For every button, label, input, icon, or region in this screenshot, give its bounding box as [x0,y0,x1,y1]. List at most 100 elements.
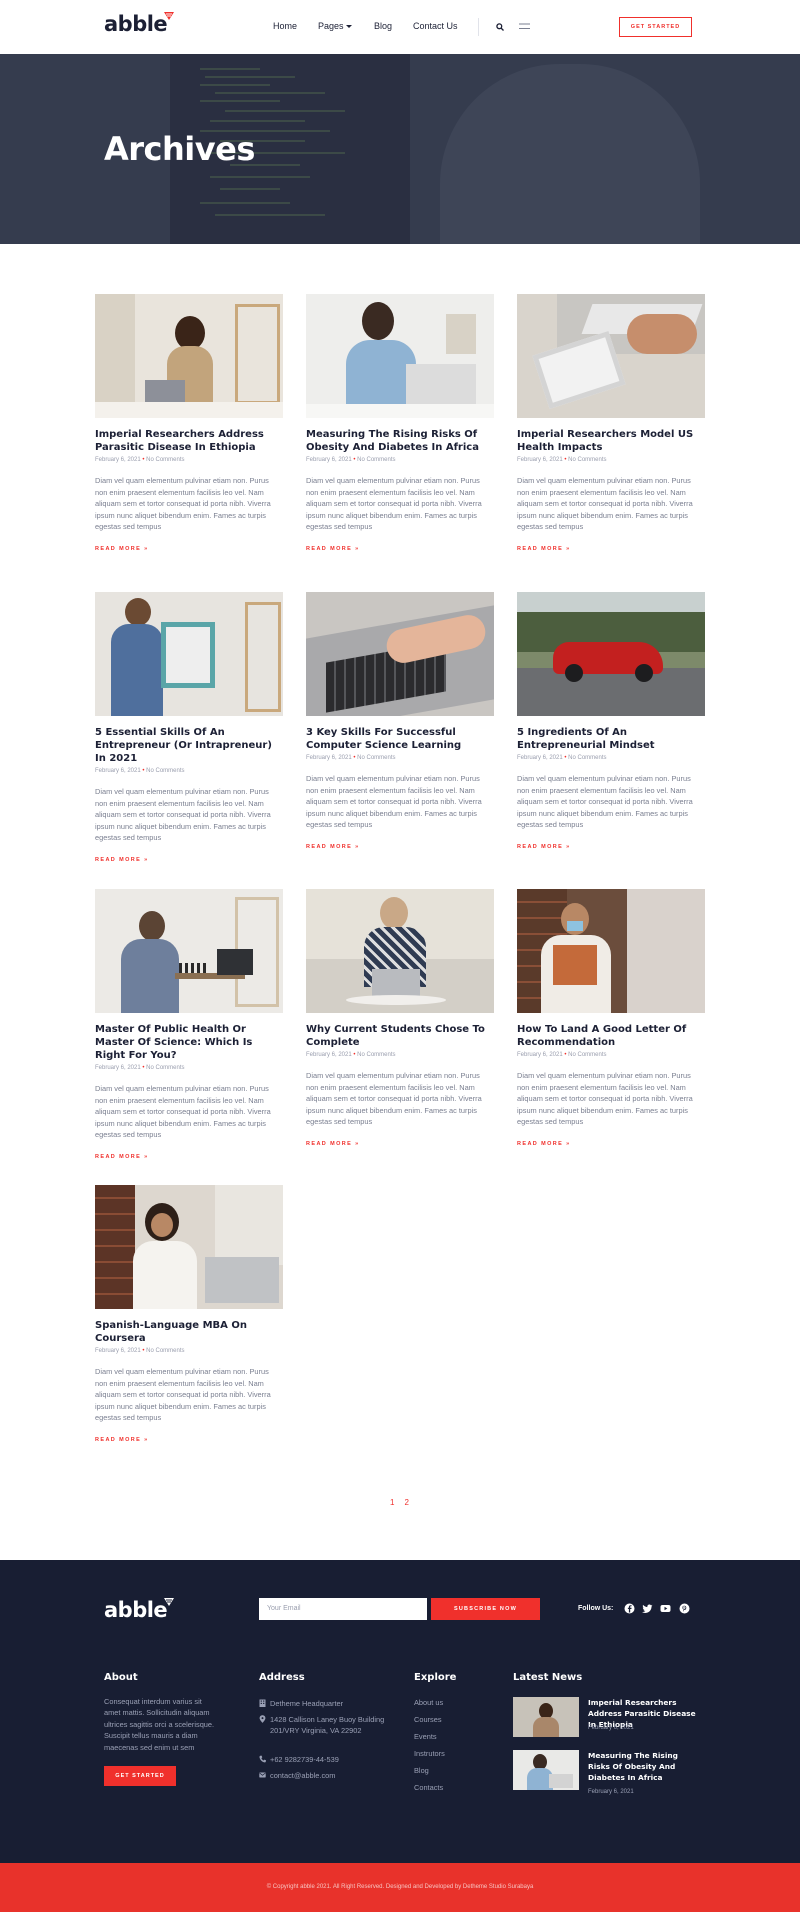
read-more-link[interactable]: READ MORE » [517,1141,705,1147]
explore-link-events[interactable]: Events [414,1732,437,1741]
news-item[interactable]: Measuring The Rising Risks Of Obesity An… [513,1750,703,1795]
post-title[interactable]: 3 Key Skills For Successful Computer Sci… [306,726,494,752]
post-comments[interactable]: No Comments [146,457,184,463]
nav-blog[interactable]: Blog [374,21,392,31]
logo-mark-icon [164,1598,175,1606]
search-icon[interactable] [496,23,504,31]
explore-link-instructors[interactable]: Instrutors [414,1749,445,1758]
post-title[interactable]: Master Of Public Health Or Master Of Sci… [95,1023,283,1062]
post-thumbnail[interactable] [95,592,283,716]
post-title[interactable]: Measuring The Rising Risks Of Obesity An… [306,428,494,454]
post-comments[interactable]: No Comments [146,1065,184,1071]
news-item[interactable]: Imperial Researchers Address Parasitic D… [513,1697,703,1737]
site-logo[interactable]: abble [104,12,175,36]
youtube-icon[interactable] [660,1603,671,1614]
post-comments[interactable]: No Comments [357,755,395,761]
post-meta: February 6, 2021 • No Comments [517,1052,607,1058]
footer-get-started-button[interactable]: GET STARTED [104,1766,176,1786]
post-meta: February 6, 2021 • No Comments [95,1348,185,1354]
post-thumbnail[interactable] [95,294,283,418]
read-more-link[interactable]: READ MORE » [306,844,494,850]
post-comments[interactable]: No Comments [568,457,606,463]
nav-home[interactable]: Home [273,21,297,31]
about-title: About [104,1672,138,1683]
post-title[interactable]: 5 Ingredients Of An Entrepreneurial Mind… [517,726,705,752]
post-meta: February 6, 2021 • No Comments [306,755,396,761]
read-more-link[interactable]: READ MORE » [95,857,283,863]
post-title[interactable]: Why Current Students Chose To Complete [306,1023,494,1049]
read-more-link[interactable]: READ MORE » [306,1141,494,1147]
address-email-text[interactable]: contact@abble.com [259,1770,389,1781]
twitter-icon[interactable] [642,1603,653,1614]
copyright-text: © Copyright abble 2021. All Right Reserv… [266,1884,534,1890]
post-thumbnail[interactable] [517,294,705,418]
news-thumbnail[interactable] [513,1697,579,1737]
about-text: Consequat interdum varius sit amet matti… [104,1697,215,1752]
news-thumbnail[interactable] [513,1750,579,1790]
post-comments[interactable]: No Comments [568,1052,606,1058]
post-title[interactable]: Spanish-Language MBA On Coursera [95,1319,283,1345]
get-started-button[interactable]: GET STARTED [619,17,692,37]
post-date: February 6, 2021 [517,755,563,761]
post-thumbnail[interactable] [306,592,494,716]
post-title[interactable]: How To Land A Good Letter Of Recommendat… [517,1023,705,1049]
explore-link-courses[interactable]: Courses [414,1715,442,1724]
post-date: February 6, 2021 [95,1065,141,1071]
post-thumbnail[interactable] [95,889,283,1013]
post-comments[interactable]: No Comments [568,755,606,761]
subscribe-button[interactable]: SUBSCRIBE NOW [431,1598,540,1620]
nav-divider [478,18,479,36]
footer-logo[interactable]: abble [104,1598,175,1622]
read-more-link[interactable]: READ MORE » [517,844,705,850]
post-card: Why Current Students Chose To Complete F… [306,889,494,1147]
address-email: contact@abble.com [259,1770,389,1781]
post-excerpt: Diam vel quam elementum pulvinar etiam n… [517,476,693,532]
post-comments[interactable]: No Comments [146,768,184,774]
nav-pages[interactable]: Pages [318,21,353,31]
post-date: February 6, 2021 [95,457,141,463]
post-thumbnail[interactable] [517,592,705,716]
post-date: February 6, 2021 [306,457,352,463]
news-title[interactable]: Measuring The Rising Risks Of Obesity An… [588,1750,702,1783]
nav-contact[interactable]: Contact Us [413,21,458,31]
post-date: February 6, 2021 [95,1348,141,1354]
page-link-2[interactable]: 2 [404,1498,408,1507]
post-excerpt: Diam vel quam elementum pulvinar etiam n… [306,1071,482,1127]
page-link-1[interactable]: 1 [390,1498,394,1507]
post-meta: February 6, 2021 • No Comments [517,457,607,463]
address-phone-text[interactable]: +62 9282739-44-539 [259,1754,389,1765]
logo-text: abble [104,12,168,36]
email-input[interactable]: Your Email [259,1598,427,1620]
post-title[interactable]: 5 Essential Skills Of An Entrepreneur (O… [95,726,283,765]
post-comments[interactable]: No Comments [146,1348,184,1354]
post-title[interactable]: Imperial Researchers Address Parasitic D… [95,428,283,454]
facebook-icon[interactable] [624,1603,635,1614]
explore-link-contacts[interactable]: Contacts [414,1783,443,1792]
menu-icon[interactable] [519,23,530,30]
post-excerpt: Diam vel quam elementum pulvinar etiam n… [95,476,271,532]
news-date: February 6, 2021 [588,1725,634,1731]
post-title[interactable]: Imperial Researchers Model US Health Imp… [517,428,705,454]
read-more-link[interactable]: READ MORE » [95,546,283,552]
pinterest-icon[interactable] [679,1603,690,1614]
post-thumbnail[interactable] [306,294,494,418]
read-more-link[interactable]: READ MORE » [306,546,494,552]
post-comments[interactable]: No Comments [357,1052,395,1058]
post-excerpt: Diam vel quam elementum pulvinar etiam n… [95,1084,271,1140]
post-thumbnail[interactable] [517,889,705,1013]
read-more-link[interactable]: READ MORE » [95,1437,283,1443]
explore-link-blog[interactable]: Blog [414,1766,429,1775]
site-footer: abble Your Email SUBSCRIBE NOW Follow Us… [0,1560,800,1863]
address-street-text: 1428 Callison Laney Buoy Building 201/VR… [270,1715,385,1735]
post-thumbnail[interactable] [306,889,494,1013]
post-card: 3 Key Skills For Successful Computer Sci… [306,592,494,850]
post-excerpt: Diam vel quam elementum pulvinar etiam n… [517,1071,693,1127]
read-more-link[interactable]: READ MORE » [95,1154,283,1160]
post-meta: February 6, 2021 • No Comments [517,755,607,761]
read-more-link[interactable]: READ MORE » [517,546,705,552]
map-pin-icon [259,1715,266,1723]
post-card: Master Of Public Health Or Master Of Sci… [95,889,283,1160]
post-thumbnail[interactable] [95,1185,283,1309]
explore-link-about[interactable]: About us [414,1698,443,1707]
post-comments[interactable]: No Comments [357,457,395,463]
